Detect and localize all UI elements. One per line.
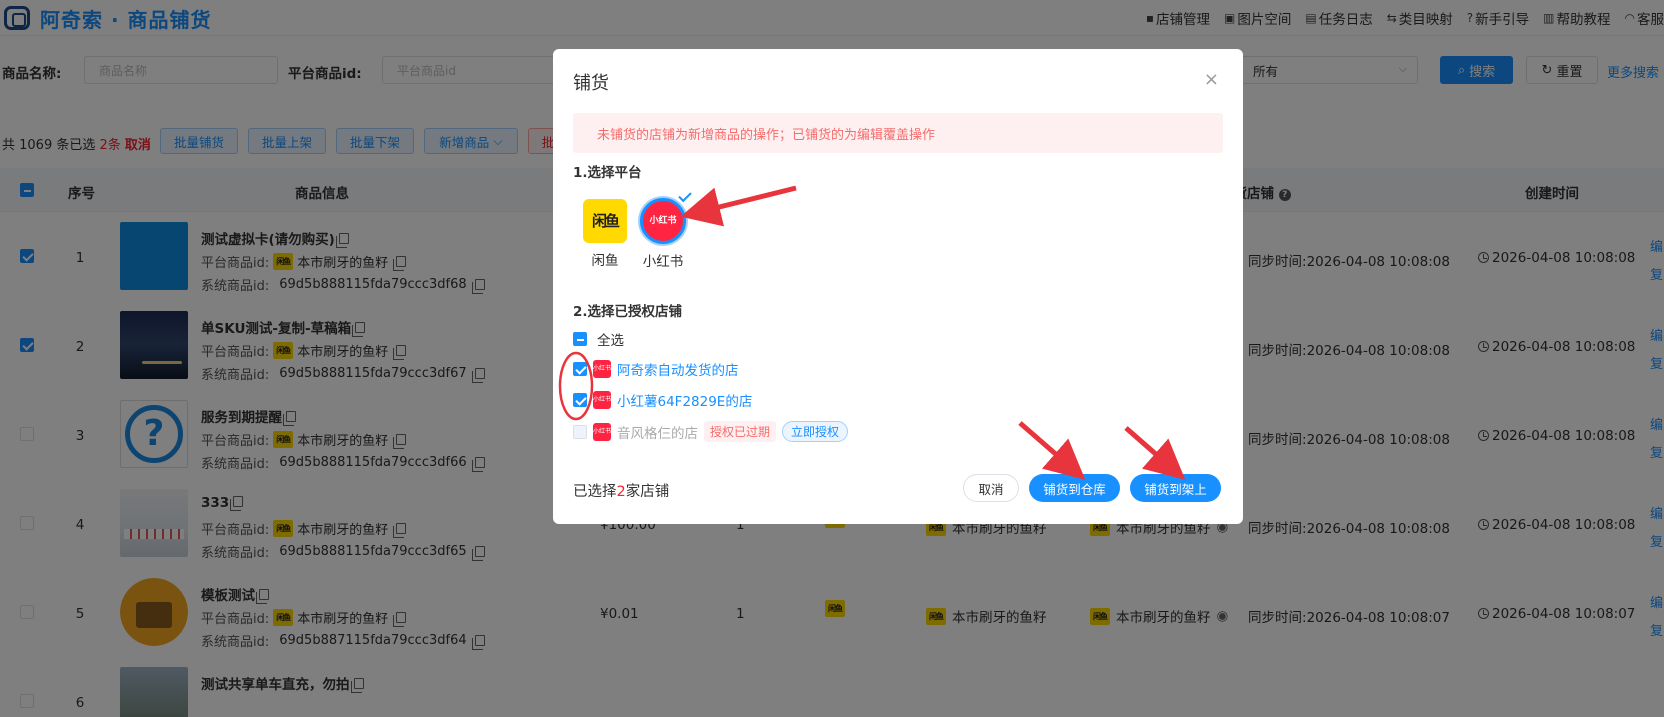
select-all-shops-label: 全选 <box>597 333 624 349</box>
summary-suffix: 家店铺 <box>625 484 670 500</box>
distribute-dialog: 铺货 × 未铺货的店铺为新增商品的操作；已铺货的为编辑覆盖操作 1.选择平台 闲… <box>553 49 1243 524</box>
dialog-title: 铺货 <box>573 73 609 94</box>
platform-xianyu-label: 闲鱼 <box>591 253 619 269</box>
dialog-alert: 未铺货的店铺为新增商品的操作；已铺货的为编辑覆盖操作 <box>573 113 1223 153</box>
step2-title: 2.选择已授权店铺 <box>573 304 683 320</box>
shop-name: 音风格仨的店 <box>617 425 698 442</box>
shop-option[interactable]: 小红书 音风格仨的店 授权已过期 立即授权 <box>573 421 849 442</box>
step1-title: 1.选择平台 <box>573 165 642 181</box>
platform-xiaohongshu-label: 小红书 <box>642 254 684 270</box>
shop-option[interactable]: 小红书 小红薯64F2829E的店 <box>573 390 752 410</box>
shop-name: 小红薯64F2829E的店 <box>617 394 753 410</box>
xiaohongshu-icon: 小红书 <box>593 422 611 441</box>
shop-option[interactable]: 小红书 阿奇索自动发货的店 <box>573 359 739 379</box>
dialog-cancel-button[interactable]: 取消 <box>963 474 1019 502</box>
xiaohongshu-icon: 小红书 <box>593 391 611 409</box>
xiaohongshu-logo-icon: 小红书 <box>640 198 686 244</box>
select-all-shops[interactable]: 全选 <box>573 329 624 349</box>
distribute-to-shelf-button[interactable]: 铺货到架上 <box>1130 474 1221 502</box>
shop-checkbox[interactable] <box>573 393 587 407</box>
platform-xianyu[interactable]: 闲鱼 闲鱼 <box>575 199 635 269</box>
shop-checkbox[interactable] <box>573 362 587 376</box>
auth-expired-tag: 授权已过期 <box>704 421 777 442</box>
shop-checkbox <box>573 424 587 439</box>
xianyu-logo-icon: 闲鱼 <box>583 199 627 243</box>
select-all-shops-checkbox[interactable] <box>573 332 587 346</box>
authorize-now-button[interactable]: 立即授权 <box>782 421 849 442</box>
shop-name: 阿奇索自动发货的店 <box>617 363 739 379</box>
xiaohongshu-icon: 小红书 <box>593 360 611 378</box>
summary-count: 2 <box>616 484 626 500</box>
selected-check-icon <box>678 188 692 203</box>
selected-shops-summary: 已选择2家店铺 <box>573 480 669 501</box>
close-icon[interactable]: × <box>1204 69 1219 90</box>
platform-xiaohongshu[interactable]: 小红书 小红书 <box>633 188 693 270</box>
distribute-to-warehouse-button[interactable]: 铺货到仓库 <box>1029 474 1120 502</box>
summary-prefix: 已选择 <box>573 484 617 500</box>
